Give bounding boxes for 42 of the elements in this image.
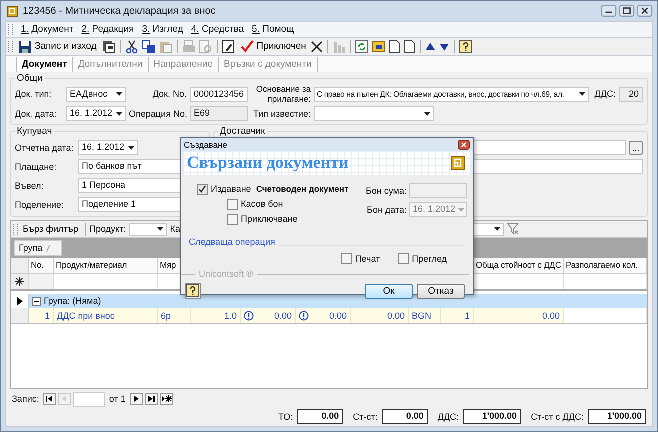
table-cell: 6р: [158, 308, 191, 323]
table-cell: 1: [29, 308, 54, 323]
group-title: Доставчик: [218, 126, 268, 137]
field-label: Док. дата:: [15, 108, 58, 118]
record-count: от 1: [109, 394, 126, 404]
table-cell: 1: [441, 308, 474, 323]
field-label: ДДС:: [594, 89, 616, 99]
total-field: 1'000.00: [588, 409, 646, 424]
field-label: Бон сума:: [366, 186, 407, 196]
record-label: Запис:: [12, 394, 40, 404]
field-label: Тип известие:: [252, 108, 311, 118]
document-type: Счетоводен документ: [256, 184, 349, 194]
group-title: Купувач: [15, 126, 54, 137]
field-label: Отчетна дата:: [15, 142, 75, 152]
table-cell: 1.0: [191, 308, 241, 323]
table-cell: 0.00: [241, 308, 296, 323]
table-cell: 0.00: [351, 308, 409, 323]
group-title: Общи: [15, 73, 45, 84]
total-field: 0.00: [382, 409, 428, 424]
field-label: Док. тип:: [15, 89, 53, 99]
total-field: 0.00: [297, 409, 344, 424]
total-field: 1'000.00: [463, 409, 522, 424]
dialog-title: Създаване: [184, 140, 228, 150]
table-cell: ДДС при внос: [54, 308, 158, 323]
table-cell: 0.00: [296, 308, 351, 323]
field-label: Док. No.: [152, 89, 187, 99]
brand-label: Unicontsoft ®: [199, 269, 254, 279]
field-label: Плащане:: [15, 162, 58, 172]
table-cell: BGN: [409, 308, 441, 323]
field-label: Поделение:: [15, 200, 65, 210]
filter-label: Ка: [170, 224, 180, 234]
total-label: Ст-ст:: [353, 412, 378, 422]
total-label: ТО:: [278, 412, 294, 422]
field-label: Бон дата:: [367, 204, 407, 214]
field-label: Операция No.: [129, 108, 187, 118]
total-label: Ст-ст с ДДС:: [531, 412, 584, 422]
total-label: ДДС:: [438, 412, 460, 422]
window-title: 123456 - Митническа декларация за внос: [23, 6, 217, 16]
group-label: Група: (Няма): [44, 296, 102, 306]
filter-label: Продукт:: [90, 224, 126, 234]
field-label: Въвел:: [15, 180, 45, 190]
field-label: Основание за прилагане:: [255, 84, 311, 104]
